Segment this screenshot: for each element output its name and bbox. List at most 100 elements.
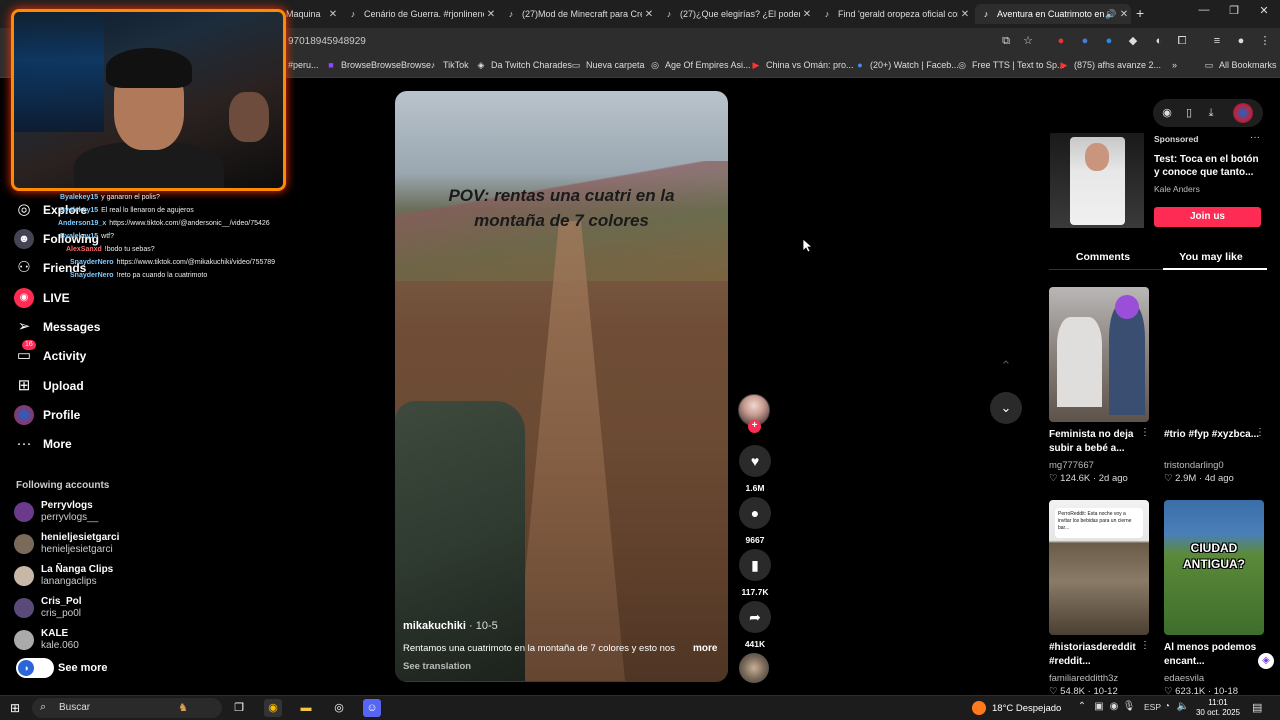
join-us-button[interactable]: Join us bbox=[1154, 207, 1261, 227]
follow-plus-button[interactable]: + bbox=[748, 420, 761, 433]
windows-start-icon[interactable]: ⊞ bbox=[8, 701, 22, 715]
tab-you-may-like[interactable]: You may like bbox=[1158, 251, 1264, 263]
extension-blue2-icon[interactable]: ● bbox=[1102, 34, 1116, 48]
comment-icon[interactable]: ● bbox=[739, 497, 771, 529]
microphone-icon[interactable]: 🎙 bbox=[1122, 701, 1136, 712]
video-card-thumbnail[interactable]: PerroReddit: Esta noche voy a invitar lo… bbox=[1049, 500, 1149, 635]
tab-comments[interactable]: Comments bbox=[1050, 251, 1156, 263]
close-icon[interactable]: ✕ bbox=[1117, 9, 1131, 20]
bookmark-item[interactable]: ◎ Free TTS | Text to Sp... bbox=[957, 60, 1064, 70]
obs-icon[interactable]: ◎ bbox=[330, 699, 348, 717]
bookmark-item[interactable]: ■ BrowseBrowseBrowse bbox=[326, 60, 431, 70]
profile-avatar-icon[interactable]: ● bbox=[1234, 34, 1248, 48]
nav-activity[interactable]: ▭ 16 Activity bbox=[14, 340, 86, 368]
discover-icon[interactable]: ◉ bbox=[1159, 105, 1175, 121]
floating-widget-icon[interactable]: ◈ bbox=[1258, 653, 1274, 669]
chrome-icon[interactable]: ◉ bbox=[264, 699, 282, 717]
bookmarks-overflow-button[interactable]: » bbox=[1172, 60, 1177, 70]
video-player[interactable]: POV: rentas una cuatri en la montaña de … bbox=[395, 91, 728, 682]
close-icon[interactable]: ✕ bbox=[326, 9, 340, 20]
video-card-thumbnail[interactable]: CIUDAD ANTIGUA? bbox=[1164, 500, 1264, 635]
following-account[interactable]: KALE kale.060 bbox=[14, 628, 79, 652]
video-author-line[interactable]: mikakuchiki · 10-5 bbox=[403, 620, 498, 632]
restore-button[interactable]: ❐ bbox=[1224, 4, 1244, 17]
like-action[interactable]: ♥ 1.6M bbox=[738, 445, 772, 493]
video-card-thumbnail[interactable] bbox=[1049, 287, 1149, 422]
widget-animals-icon[interactable]: ♞ bbox=[174, 699, 192, 717]
nav-upload[interactable]: ⊞ Upload bbox=[14, 374, 84, 398]
extension-blue-icon[interactable]: ● bbox=[1078, 34, 1092, 48]
card-more-icon[interactable]: ⋮ bbox=[1140, 427, 1150, 438]
nav-live[interactable]: ◉ LIVE bbox=[14, 286, 70, 310]
weather-widget[interactable]: 18°C Despejado bbox=[972, 701, 1061, 715]
user-avatar[interactable] bbox=[1233, 103, 1253, 123]
share-action[interactable]: ➦ 441K bbox=[738, 601, 772, 649]
card-more-icon[interactable]: ⋮ bbox=[1255, 427, 1265, 438]
extension-red-icon[interactable]: ● bbox=[1054, 34, 1068, 48]
video-card-author[interactable]: edaesvila bbox=[1164, 673, 1204, 684]
url-field[interactable]: 97018945948929 bbox=[288, 36, 366, 47]
sponsored-thumbnail[interactable] bbox=[1050, 133, 1144, 228]
task-view-icon[interactable]: ❐ bbox=[230, 699, 248, 717]
bookmark-item[interactable]: ▶ (875) afhs avanze 2... bbox=[1059, 60, 1162, 70]
bookmark-item[interactable]: ▭ Nueva carpeta bbox=[571, 60, 645, 70]
tray-app-icon[interactable]: ◉ bbox=[1107, 701, 1121, 712]
video-card-title[interactable]: #trio #fyp #xyzbca... bbox=[1164, 428, 1262, 442]
language-indicator[interactable]: ESP bbox=[1144, 702, 1161, 712]
speaker-icon[interactable]: 🔊 bbox=[1105, 9, 1116, 19]
more-button[interactable]: more bbox=[693, 643, 717, 654]
see-more-button[interactable]: ◑ See more bbox=[16, 658, 108, 678]
taskbar-search[interactable]: ⌕ Buscar bbox=[32, 698, 222, 718]
install-app-icon[interactable]: ⧉ bbox=[999, 34, 1013, 48]
following-account[interactable]: Cris_Pol cris_po0l bbox=[14, 596, 82, 620]
bookmark-item[interactable]: ◎ Age Of Empires Asi... bbox=[650, 60, 750, 70]
all-bookmarks[interactable]: ▭ All Bookmarks bbox=[1204, 60, 1277, 70]
previous-video-button[interactable]: ⌃ bbox=[990, 350, 1022, 382]
download-icon[interactable]: ⤓ bbox=[1203, 105, 1219, 121]
browser-tab[interactable]: ♪ Find 'gerald oropeza oficial cor ✕ bbox=[816, 4, 972, 24]
heart-icon[interactable]: ♥ bbox=[739, 445, 771, 477]
bookmark-item[interactable]: ● (20+) Watch | Faceb... bbox=[855, 60, 959, 70]
comment-action[interactable]: ● 9667 bbox=[738, 497, 772, 545]
video-card-title[interactable]: #historiasdereddit #reddit... bbox=[1049, 641, 1147, 669]
save-action[interactable]: ▮ 117.7K bbox=[738, 549, 772, 597]
nav-profile[interactable]: Profile bbox=[14, 403, 80, 427]
sponsored-more-icon[interactable]: ··· bbox=[1250, 132, 1260, 143]
phone-icon[interactable]: ▯ bbox=[1181, 105, 1197, 121]
wifi-icon[interactable]: ◔ bbox=[1160, 701, 1174, 712]
browser-tab[interactable]: ♪ (27)¿Que elegirías? ¿El poder d ✕ bbox=[658, 4, 814, 24]
file-explorer-icon[interactable]: ▬ bbox=[297, 699, 315, 717]
video-author[interactable]: mikakuchiki bbox=[403, 620, 466, 632]
browser-tab[interactable]: Maquina ✕ bbox=[280, 4, 340, 24]
tray-app-icon[interactable]: ▣ bbox=[1092, 701, 1106, 712]
video-card-author[interactable]: familiaredditth3z bbox=[1049, 673, 1118, 684]
extensions-puzzle-icon[interactable]: ⧠ bbox=[1175, 34, 1189, 48]
bookmark-item[interactable]: #peru... bbox=[288, 60, 319, 70]
video-card-author[interactable]: tristondarling0 bbox=[1164, 460, 1224, 471]
video-card-author[interactable]: mg777667 bbox=[1049, 460, 1094, 471]
share-icon[interactable]: ➦ bbox=[739, 601, 771, 633]
browser-tab-active[interactable]: ♪ Aventura en Cuatrimoto en 🔊 ✕ bbox=[975, 4, 1131, 24]
discord-icon[interactable]: ☺ bbox=[363, 699, 381, 717]
browser-tab[interactable]: ♪ (27)Mod de Minecraft para Cre ✕ bbox=[500, 4, 656, 24]
video-card-title[interactable]: Al menos podemos encant... bbox=[1164, 641, 1262, 669]
card-more-icon[interactable]: ⋮ bbox=[1140, 640, 1150, 651]
close-icon[interactable]: ✕ bbox=[800, 9, 814, 20]
toggle-pill[interactable]: ◑ bbox=[16, 658, 54, 678]
bookmark-item[interactable]: ▶ China vs Omán: pro... bbox=[751, 60, 854, 70]
browser-tab[interactable]: ♪ Cenário de Guerra. #rjonlinenc ✕ bbox=[342, 4, 498, 24]
menu-kebab-icon[interactable]: ⋮ bbox=[1258, 34, 1272, 48]
minimize-button[interactable]: — bbox=[1194, 4, 1214, 16]
video-card-title[interactable]: Feminista no deja subir a bebé a... bbox=[1049, 428, 1147, 456]
extension-diamond-icon[interactable]: ◆ bbox=[1126, 34, 1140, 48]
following-account[interactable]: Perryvlogs perryvlogs__ bbox=[14, 500, 98, 524]
volume-icon[interactable]: 🔈 bbox=[1176, 701, 1190, 712]
bookmark-item[interactable]: ◈ Da Twitch Charades bbox=[476, 60, 572, 70]
tray-chevron-icon[interactable]: ⌃ bbox=[1075, 701, 1089, 712]
bookmark-icon[interactable]: ▮ bbox=[739, 549, 771, 581]
bookmark-item[interactable]: ♪ TikTok bbox=[428, 60, 469, 70]
notification-icon[interactable]: ▤ bbox=[1252, 701, 1262, 714]
video-card-thumbnail[interactable] bbox=[1164, 287, 1264, 422]
taskbar-clock[interactable]: 11:01 30 oct. 2025 bbox=[1194, 698, 1242, 718]
close-icon[interactable]: ✕ bbox=[958, 9, 972, 20]
